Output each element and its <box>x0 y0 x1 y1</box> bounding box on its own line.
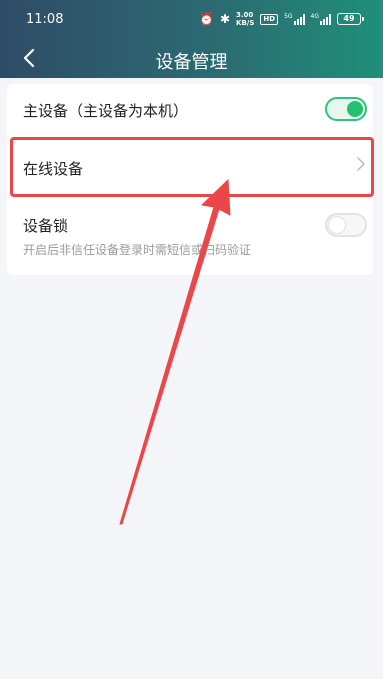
annotation-arrow-shape <box>119 179 231 525</box>
annotation-arrow <box>119 179 231 525</box>
